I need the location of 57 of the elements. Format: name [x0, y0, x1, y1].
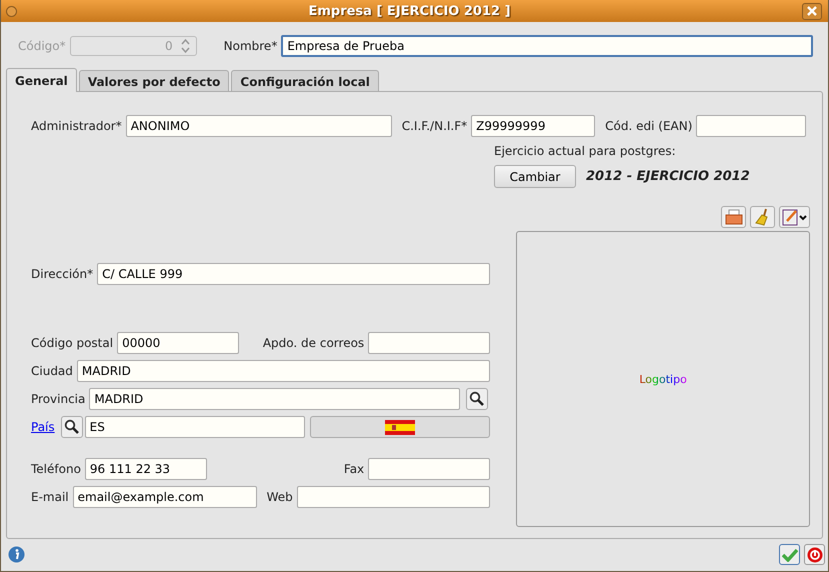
- open-file-button[interactable]: [721, 206, 746, 228]
- field-label: Cód. edi (EAN): [605, 119, 692, 133]
- exercise-value: 2012 - EJERCICIO 2012: [586, 169, 750, 184]
- window-title: Empresa [ EJERCICIO 2012 ]: [308, 4, 511, 18]
- email-field[interactable]: email@example.com: [72, 486, 257, 508]
- field-label: Teléfono: [31, 462, 81, 476]
- province-field[interactable]: MADRID: [89, 388, 460, 410]
- postal-code-field[interactable]: 00000: [117, 332, 240, 354]
- accept-button[interactable]: [779, 544, 800, 565]
- field-label: Código*: [18, 39, 66, 53]
- field-label: Dirección*: [31, 267, 94, 281]
- tab[interactable]: Valores por defecto: [78, 70, 230, 92]
- field-label: Fax: [344, 462, 364, 476]
- country-link[interactable]: País: [31, 420, 55, 434]
- field-label: Administrador*: [31, 119, 122, 133]
- name-field[interactable]: Empresa de Prueba: [281, 35, 813, 57]
- cancel-button[interactable]: [804, 544, 825, 565]
- search-button[interactable]: [466, 388, 488, 410]
- flag-icon: [385, 420, 416, 434]
- search-icon: [469, 391, 486, 407]
- info-icon[interactable]: [8, 546, 25, 563]
- phone-field[interactable]: 96 111 22 33: [84, 458, 207, 480]
- field-label: Web: [266, 490, 293, 504]
- close-button[interactable]: [802, 2, 822, 20]
- field-label: Ciudad: [31, 364, 73, 378]
- city-field[interactable]: MADRID: [76, 360, 490, 382]
- administrator-field[interactable]: ANONIMO: [126, 115, 392, 137]
- clear-button[interactable]: [750, 206, 775, 228]
- field-label: Nombre*: [224, 39, 278, 53]
- checkmark-icon: [782, 548, 798, 562]
- po-box-field[interactable]: [368, 332, 490, 354]
- flag-button[interactable]: [310, 416, 490, 438]
- address-field[interactable]: C/ CALLE 999: [97, 263, 490, 285]
- tab[interactable]: Configuración local: [231, 70, 379, 92]
- field-label: C.I.F./N.I.F*: [402, 119, 468, 133]
- fax-field[interactable]: [368, 458, 490, 480]
- folder-icon: [724, 209, 742, 225]
- field-label: Código postal: [31, 336, 114, 350]
- change-button[interactable]: Cambiar: [494, 165, 576, 188]
- window-menu-icon[interactable]: [6, 6, 17, 16]
- edit-menu-button[interactable]: [779, 206, 810, 228]
- field-label: Provincia: [31, 392, 86, 406]
- spinner-arrows-icon: [180, 38, 190, 54]
- power-icon: [806, 546, 822, 562]
- field-label: E-mail: [31, 490, 69, 504]
- ean-field[interactable]: [696, 115, 806, 137]
- edit-icon: [782, 208, 808, 226]
- search-button[interactable]: [60, 416, 83, 438]
- close-icon: [807, 6, 817, 16]
- country-field[interactable]: ES: [84, 416, 305, 438]
- web-field[interactable]: [296, 486, 490, 508]
- logo-area[interactable]: Logotipo: [516, 231, 810, 527]
- exercise-label: Ejercicio actual para postgres:: [494, 144, 676, 158]
- field-label: Apdo. de correos: [262, 336, 364, 350]
- tab[interactable]: General: [6, 68, 77, 92]
- cif-field[interactable]: Z99999999: [471, 115, 596, 137]
- search-icon: [64, 419, 80, 435]
